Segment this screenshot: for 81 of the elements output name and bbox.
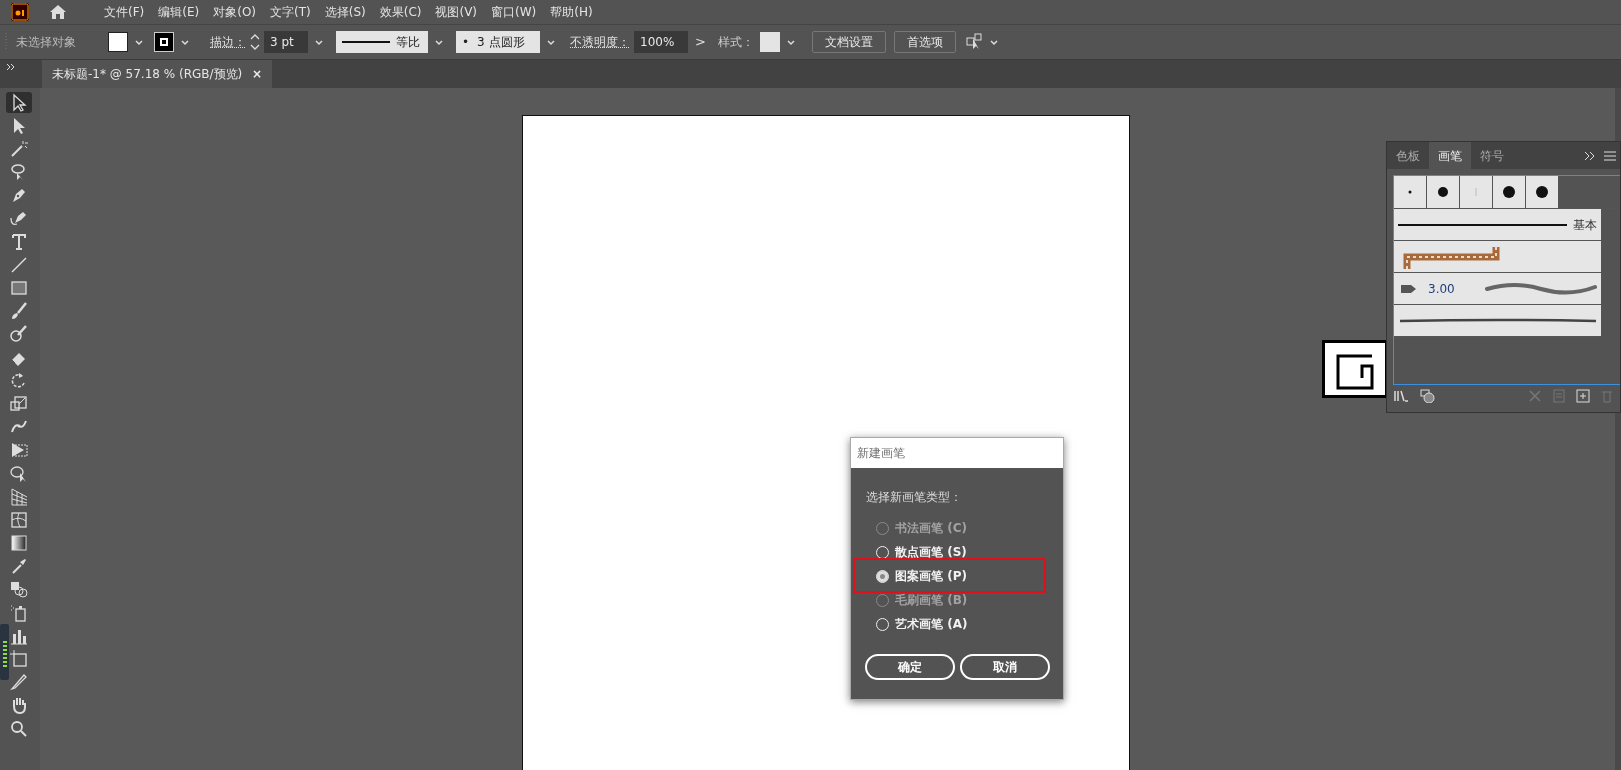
menu-icon[interactable] bbox=[1604, 150, 1616, 161]
option-label: 毛刷画笔 (B) bbox=[895, 592, 968, 609]
new-brush-icon[interactable] bbox=[1576, 389, 1590, 403]
stroke-label: 描边： bbox=[210, 34, 246, 51]
gradient-icon bbox=[9, 533, 29, 554]
menu-item[interactable]: 视图(V) bbox=[428, 3, 485, 21]
opacity-arrow[interactable]: > bbox=[695, 32, 706, 52]
close-button[interactable]: × bbox=[251, 65, 262, 83]
paintbrush-icon bbox=[9, 301, 29, 322]
menu-item[interactable]: 选择(S) bbox=[317, 3, 373, 21]
menu-item[interactable]: 窗口(W) bbox=[484, 3, 544, 21]
blend-icon bbox=[9, 579, 29, 600]
brush-row[interactable] bbox=[1394, 241, 1601, 273]
brush-name: 3 点圆形 bbox=[477, 34, 525, 51]
style-swatch[interactable] bbox=[759, 32, 780, 52]
arrange-icon[interactable] bbox=[965, 33, 984, 51]
mesh-icon bbox=[9, 509, 29, 530]
panel-tab[interactable]: 画笔 bbox=[1429, 142, 1471, 169]
brush-size: 3.00 bbox=[1428, 280, 1455, 298]
panel-tab[interactable]: 符号 bbox=[1471, 142, 1513, 169]
level-meter-drawing bbox=[0, 624, 9, 680]
text-tool-icon bbox=[9, 231, 29, 252]
selection-status: 未选择对象 bbox=[16, 34, 76, 51]
art-brush-icon bbox=[1400, 282, 1418, 295]
spiral-artwork bbox=[1322, 340, 1388, 398]
menu-item[interactable]: 文字(T) bbox=[263, 3, 318, 21]
brush-name: 基本 bbox=[1573, 216, 1597, 234]
stroke-weight-field[interactable]: 3 pt bbox=[264, 31, 308, 53]
dialog-title: 新建画笔 bbox=[857, 445, 905, 462]
dot-brush-icon[interactable] bbox=[1535, 185, 1549, 199]
fill-swatch[interactable] bbox=[108, 32, 128, 52]
brush-row[interactable]: 基本 bbox=[1394, 209, 1601, 241]
brush-dot: • bbox=[462, 34, 470, 51]
option-label: 图案画笔 (P) bbox=[895, 568, 967, 585]
cloud-library-icon[interactable] bbox=[1419, 389, 1437, 403]
artboard-icon bbox=[9, 649, 29, 669]
menu-item[interactable]: 编辑(E) bbox=[151, 3, 207, 21]
brush-dropdown[interactable]: • 3 点圆形 bbox=[456, 31, 540, 53]
option-label: 散点画笔 (S) bbox=[895, 544, 967, 561]
stroke-line-icon bbox=[342, 41, 390, 43]
line-icon bbox=[9, 254, 29, 275]
knife-icon bbox=[9, 672, 29, 693]
brush-row[interactable] bbox=[1394, 305, 1601, 337]
toolbar-button[interactable]: 首选项 bbox=[893, 31, 956, 53]
home-icon[interactable] bbox=[49, 4, 67, 20]
perspective-grid-icon bbox=[9, 486, 29, 507]
menu-item[interactable]: 帮助(H) bbox=[543, 3, 600, 21]
option-label: 书法画笔 (C) bbox=[895, 520, 967, 537]
opacity-field[interactable]: 100% bbox=[634, 31, 688, 53]
wand-icon bbox=[9, 138, 29, 159]
menu-item[interactable]: 文件(F) bbox=[97, 3, 152, 21]
profile-label: 等比 bbox=[396, 34, 420, 51]
option-label: 艺术画笔 (A) bbox=[895, 616, 968, 633]
dot-brush-icon[interactable] bbox=[1436, 185, 1450, 199]
dialog-button[interactable]: 确定 bbox=[865, 654, 955, 680]
spinner-icon[interactable] bbox=[250, 33, 260, 51]
dialog-button[interactable]: 取消 bbox=[960, 654, 1050, 680]
menu-item[interactable]: 对象(O) bbox=[206, 3, 264, 21]
style-label: 样式： bbox=[717, 34, 754, 51]
spray-can-icon bbox=[9, 602, 29, 623]
app-logo-icon[interactable] bbox=[11, 3, 29, 21]
opacity-label: 不透明度： bbox=[570, 34, 630, 51]
menu-item[interactable]: 效果(C) bbox=[372, 3, 429, 21]
rectangle-icon bbox=[9, 278, 29, 298]
blob-brush-icon bbox=[9, 324, 29, 345]
panel-tab[interactable]: 色板 bbox=[1387, 142, 1429, 169]
expand-icon[interactable] bbox=[1584, 150, 1596, 161]
tool-button[interactable] bbox=[6, 92, 32, 113]
library-icon[interactable] bbox=[1393, 389, 1409, 403]
dialog-prompt: 选择新画笔类型： bbox=[866, 489, 963, 506]
brush-row[interactable]: 3.00 bbox=[1394, 273, 1601, 305]
scale-icon bbox=[9, 393, 29, 414]
toolbar-button[interactable]: 文档设置 bbox=[811, 31, 886, 53]
stroke-swatch[interactable] bbox=[154, 32, 174, 52]
panel-collapse-icon[interactable] bbox=[6, 63, 16, 71]
tab-title: 未标题-1* @ 57.18 % (RGB/预览) bbox=[52, 66, 243, 83]
stroke-profile-dropdown[interactable]: 等比 bbox=[336, 31, 428, 53]
dot-brush-icon[interactable] bbox=[1502, 185, 1516, 199]
zoom-icon bbox=[9, 718, 29, 739]
radio-button[interactable] bbox=[876, 569, 889, 583]
document-tab[interactable]: 未标题-1* @ 57.18 % (RGB/预览) × bbox=[42, 60, 272, 88]
